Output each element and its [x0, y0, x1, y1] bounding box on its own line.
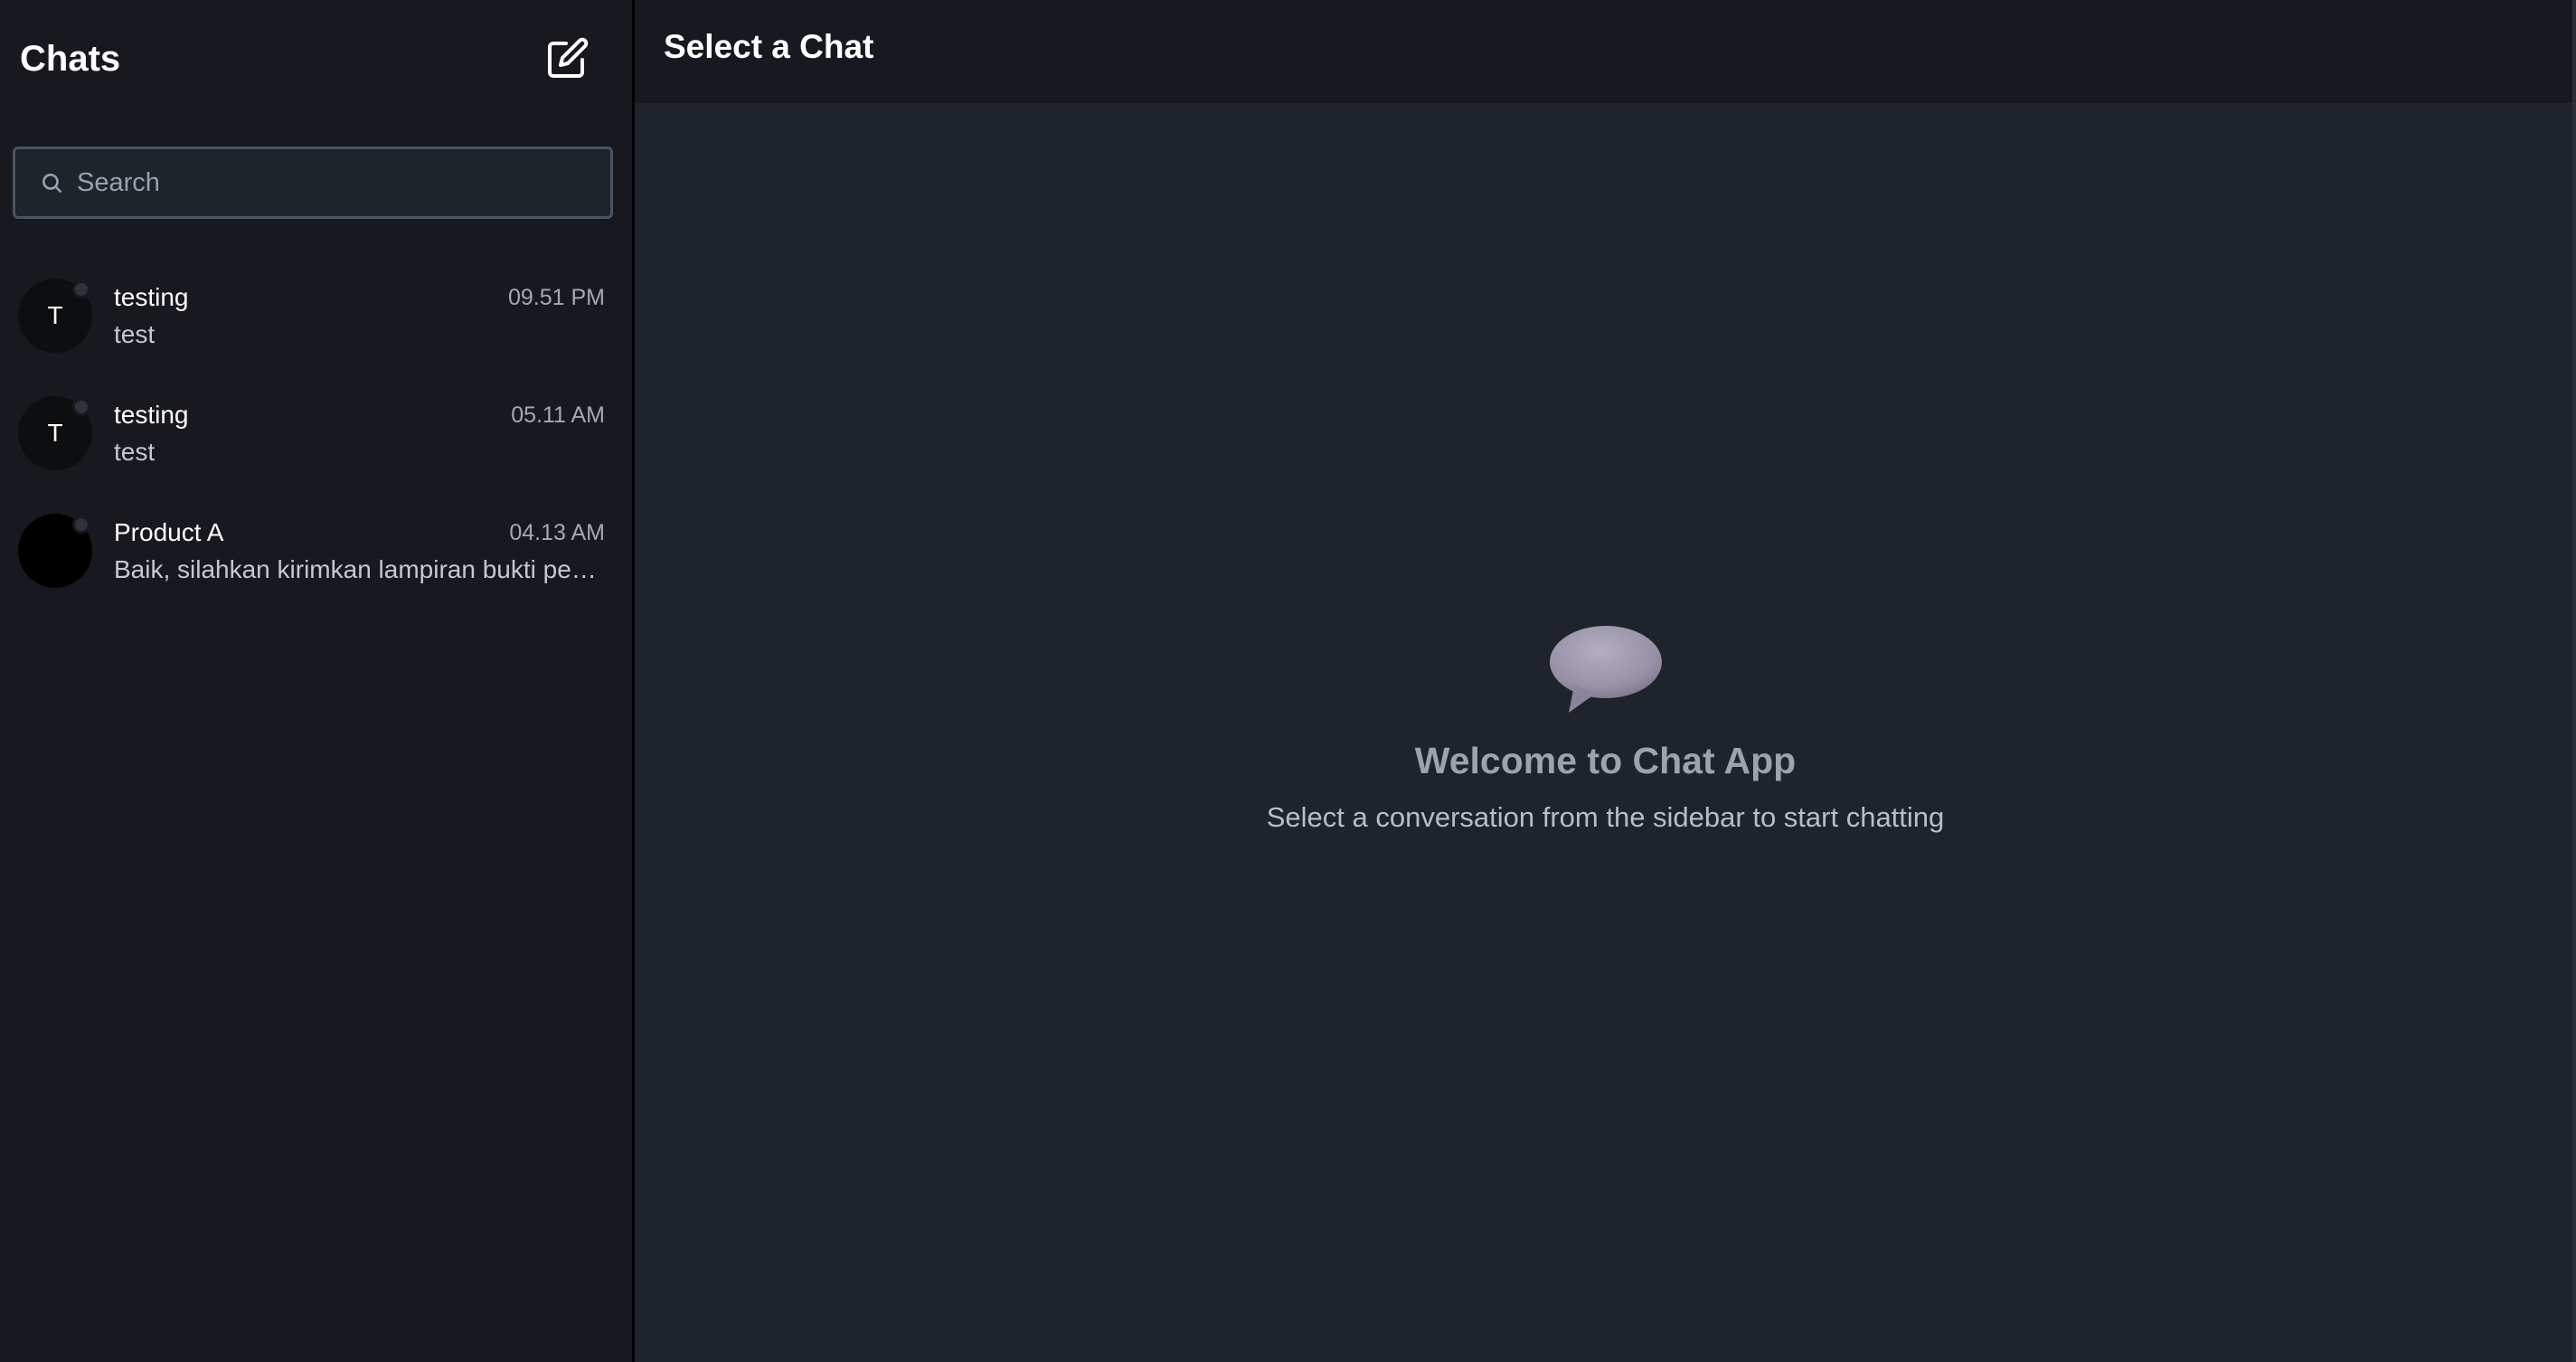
- compose-icon: [548, 37, 589, 78]
- sidebar: Chats T testing 09.51 P: [0, 0, 635, 1362]
- search-icon: [39, 170, 64, 195]
- main-header: Select a Chat: [635, 0, 2576, 103]
- chat-list-item[interactable]: T testing 09.51 PM test: [0, 271, 632, 389]
- chat-preview: Baik, silahkan kirimkan lampiran bukti p…: [114, 555, 597, 583]
- scrollbar-track[interactable]: [2572, 0, 2576, 1362]
- chat-name: testing: [114, 401, 189, 429]
- chat-name: Product A: [114, 518, 224, 546]
- main-panel: Select a Chat Welcome to Chat App Select…: [635, 0, 2576, 1362]
- new-chat-button[interactable]: [543, 33, 593, 83]
- chat-time: 09.51 PM: [507, 285, 605, 310]
- chat-list-item[interactable]: T testing 05.11 AM test: [0, 389, 632, 506]
- sidebar-title: Chats: [20, 39, 121, 79]
- search-input[interactable]: [64, 149, 610, 216]
- welcome-panel: Welcome to Chat App Select a conversatio…: [635, 624, 2576, 836]
- welcome-title: Welcome to Chat App: [1414, 740, 1797, 781]
- welcome-subtitle: Select a conversation from the sidebar t…: [1266, 801, 1945, 833]
- chat-app: Chats T testing 09.51 P: [0, 0, 2576, 1362]
- chat-time: 05.11 AM: [511, 402, 605, 428]
- status-dot: [72, 280, 90, 298]
- status-dot: [72, 398, 90, 416]
- search-box[interactable]: [13, 147, 613, 219]
- speech-bubble-icon: [1549, 626, 1662, 713]
- chat-time: 04.13 AM: [509, 520, 605, 545]
- sidebar-header: Chats: [0, 0, 632, 118]
- status-dot: [72, 515, 90, 534]
- chat-preview: test: [114, 438, 156, 466]
- chat-list: T testing 09.51 PM test T testing 05.11 …: [0, 271, 632, 624]
- chat-name: testing: [114, 283, 189, 311]
- page-title: Select a Chat: [664, 28, 874, 65]
- chat-list-item[interactable]: Product A 04.13 AM Baik, silahkan kirimk…: [0, 506, 632, 624]
- chat-preview: test: [114, 320, 156, 348]
